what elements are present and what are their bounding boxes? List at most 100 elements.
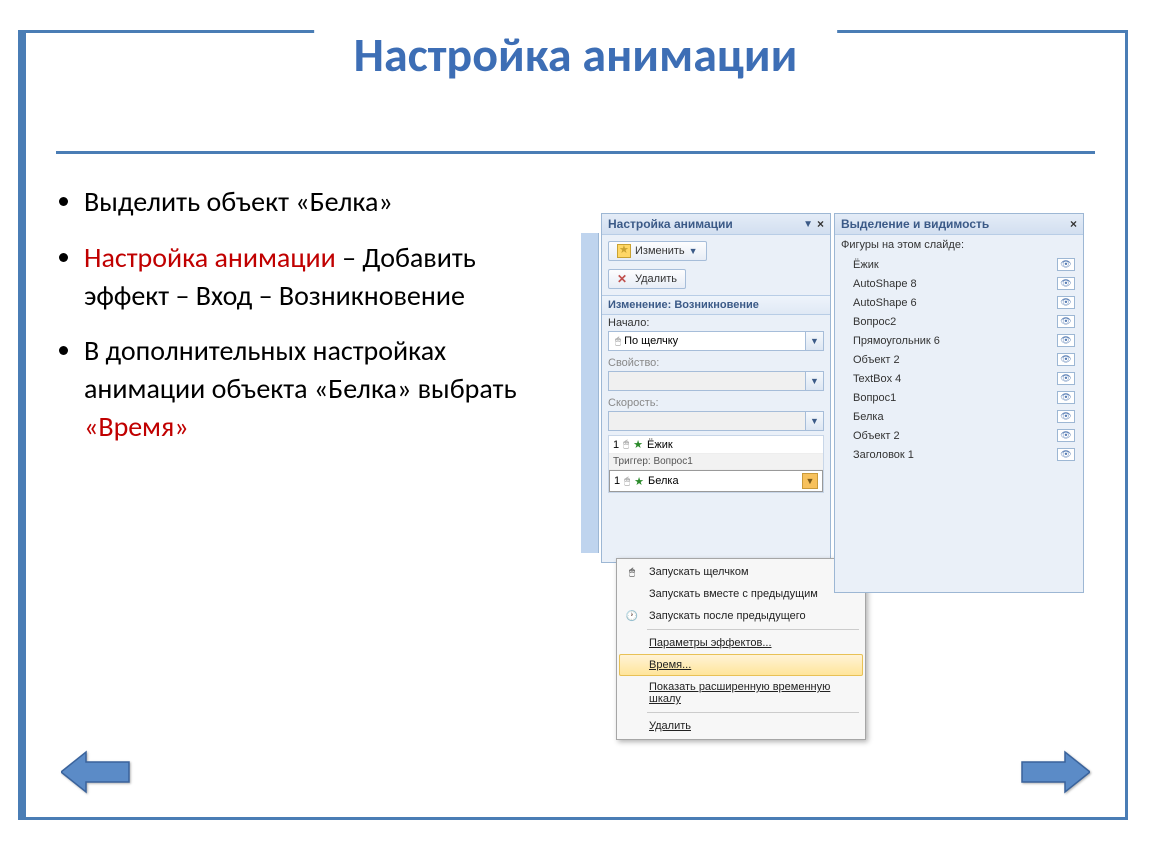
mouse-icon: 🖱 <box>623 439 629 450</box>
prev-slide-button[interactable] <box>56 747 136 797</box>
selection-visibility-panel: Выделение и видимость × Фигуры на этом с… <box>834 213 1084 593</box>
shape-item[interactable]: AutoShape 6 👁 <box>841 293 1077 312</box>
eye-icon[interactable]: 👁 <box>1057 410 1075 423</box>
shape-name: AutoShape 8 <box>853 278 917 290</box>
slide-thumbnail-strip <box>581 233 599 553</box>
eye-icon[interactable]: 👁 <box>1057 277 1075 290</box>
shape-name: Белка <box>853 411 884 423</box>
anim-row-2-selected[interactable]: 1 🖱 ★ Белка ▼ <box>609 470 823 492</box>
start-field-label: Начало: <box>602 315 830 329</box>
start-combo[interactable]: 🖱 По щелчку ▼ <box>608 331 824 351</box>
eye-icon[interactable]: 👁 <box>1057 296 1075 309</box>
eye-icon[interactable]: 👁 <box>1057 258 1075 271</box>
chevron-down-icon: ▼ <box>805 412 823 430</box>
trigger-label: Триггер: Вопрос1 <box>613 456 693 467</box>
cm-start-after-prev[interactable]: 🕐 Запускать после предыдущего <box>619 605 863 627</box>
bullet-list: Выделить объект «Белка» Настройка анимац… <box>56 183 551 464</box>
delete-x-icon: ✕ <box>617 272 631 286</box>
cm-label: Запускать после предыдущего <box>649 610 806 622</box>
cm-show-timeline[interactable]: Показать расширенную временную шкалу <box>619 676 863 710</box>
cm-start-with-prev[interactable]: Запускать вместе с предыдущим <box>619 583 863 605</box>
chevron-down-icon: ▼ <box>689 246 698 256</box>
cm-delete[interactable]: Удалить <box>619 715 863 737</box>
anim-row-num: 1 <box>613 439 619 451</box>
cm-start-on-click[interactable]: 🖱 Запускать щелчком <box>619 561 863 583</box>
close-icon[interactable]: × <box>817 217 824 231</box>
anim-panel-header: Настройка анимации ▼ × <box>602 214 830 235</box>
speed-combo: ▼ <box>608 411 824 431</box>
bullet-1: Выделить объект «Белка» <box>84 183 551 221</box>
mouse-icon: 🖱 <box>624 476 630 487</box>
shape-name: Объект 2 <box>853 354 900 366</box>
sel-subtitle: Фигуры на этом слайде: <box>841 239 1077 251</box>
shape-item[interactable]: AutoShape 8 👁 <box>841 274 1077 293</box>
delete-btn-label: Удалить <box>635 273 677 285</box>
shape-item[interactable]: Ёжик👁 <box>841 255 1077 274</box>
bullet-3: В дополнительных настройках анимации объ… <box>84 332 551 445</box>
shape-item[interactable]: Заголовок 1 👁 <box>841 445 1077 464</box>
shape-item[interactable]: Прямоугольник 6 👁 <box>841 331 1077 350</box>
cm-label: Запускать вместе с предыдущим <box>649 588 818 600</box>
animation-settings-panel: Настройка анимации ▼ × Изменить ▼ ✕ Удал… <box>601 213 831 563</box>
property-field-label: Свойство: <box>602 355 830 369</box>
cm-label: Параметры эффектов... <box>649 637 772 649</box>
start-value: По щелчку <box>624 335 678 347</box>
property-combo: ▼ <box>608 371 824 391</box>
eye-icon[interactable]: 👁 <box>1057 372 1075 385</box>
shape-name: AutoShape 6 <box>853 297 917 309</box>
shape-item[interactable]: Белка 👁 <box>841 407 1077 426</box>
shape-item[interactable]: TextBox 4 👁 <box>841 369 1077 388</box>
shape-item[interactable]: Объект 2 👁 <box>841 350 1077 369</box>
sel-panel-title: Выделение и видимость <box>841 217 989 231</box>
shape-item[interactable]: Вопрос1 👁 <box>841 388 1077 407</box>
panel-menu-icon[interactable]: ▼ <box>803 219 813 230</box>
change-effect-button[interactable]: Изменить ▼ <box>608 241 707 261</box>
eye-icon[interactable]: 👁 <box>1057 334 1075 347</box>
cm-label: Запускать щелчком <box>649 566 749 578</box>
shape-item[interactable]: Объект 2 👁 <box>841 426 1077 445</box>
shape-name: TextBox 4 <box>853 373 901 385</box>
bullet-3-red: «Время» <box>84 409 189 444</box>
shapes-list: Ёжик👁 AutoShape 8 👁 AutoShape 6 👁 Вопрос2👁… <box>841 255 1077 464</box>
eye-icon[interactable]: 👁 <box>1057 315 1075 328</box>
shape-name: Вопрос1 <box>853 392 896 404</box>
row-dropdown-icon[interactable]: ▼ <box>802 473 818 489</box>
bullet-2-red: Настройка анимации <box>84 240 336 275</box>
entrance-star-icon: ★ <box>633 438 643 451</box>
cm-timing[interactable]: Время... <box>619 654 863 676</box>
shape-item[interactable]: Вопрос2👁 <box>841 312 1077 331</box>
cm-label: Показать расширенную временную шкалу <box>649 681 830 705</box>
anim-row-num: 1 <box>614 475 620 487</box>
mouse-icon: 🖱 <box>615 336 621 347</box>
mouse-icon: 🖱 <box>625 565 639 579</box>
eye-icon[interactable]: 👁 <box>1057 429 1075 442</box>
sel-panel-header: Выделение и видимость × <box>835 214 1083 235</box>
chevron-down-icon[interactable]: ▼ <box>805 332 823 350</box>
powerpoint-screenshot: Настройка анимации ▼ × Изменить ▼ ✕ Удал… <box>581 213 1150 778</box>
star-icon <box>617 244 631 258</box>
cm-label: Удалить <box>649 720 691 732</box>
eye-icon[interactable]: 👁 <box>1057 448 1075 461</box>
bullet-3-a: В дополнительных настройках анимации объ… <box>84 333 517 406</box>
speed-field-label: Скорость: <box>602 395 830 409</box>
anim-toolbar: Изменить ▼ ✕ Удалить <box>602 235 830 295</box>
shape-name: Объект 2 <box>853 430 900 442</box>
eye-icon[interactable]: 👁 <box>1057 353 1075 366</box>
close-icon[interactable]: × <box>1070 217 1077 231</box>
slide-frame: Настройка анимации Выделить объект «Белк… <box>18 30 1128 820</box>
anim-panel-title: Настройка анимации <box>608 217 733 231</box>
shape-name: Заголовок 1 <box>853 449 914 461</box>
context-menu: 🖱 Запускать щелчком Запускать вместе с п… <box>616 558 866 740</box>
clock-icon: 🕐 <box>625 609 639 623</box>
effect-section-label: Изменение: Возникновение <box>602 295 830 315</box>
anim-row-name: Ёжик <box>647 439 673 451</box>
cm-effect-options[interactable]: Параметры эффектов... <box>619 632 863 654</box>
next-slide-button[interactable] <box>1015 747 1095 797</box>
shape-name: Прямоугольник 6 <box>853 335 940 347</box>
chevron-down-icon: ▼ <box>805 372 823 390</box>
eye-icon[interactable]: 👁 <box>1057 391 1075 404</box>
menu-separator <box>647 712 859 713</box>
anim-row-1[interactable]: 1 🖱 ★ Ёжик <box>609 436 823 454</box>
animation-list: 1 🖱 ★ Ёжик Триггер: Вопрос1 1 🖱 ★ Белка … <box>608 435 824 493</box>
delete-effect-button[interactable]: ✕ Удалить <box>608 269 686 289</box>
